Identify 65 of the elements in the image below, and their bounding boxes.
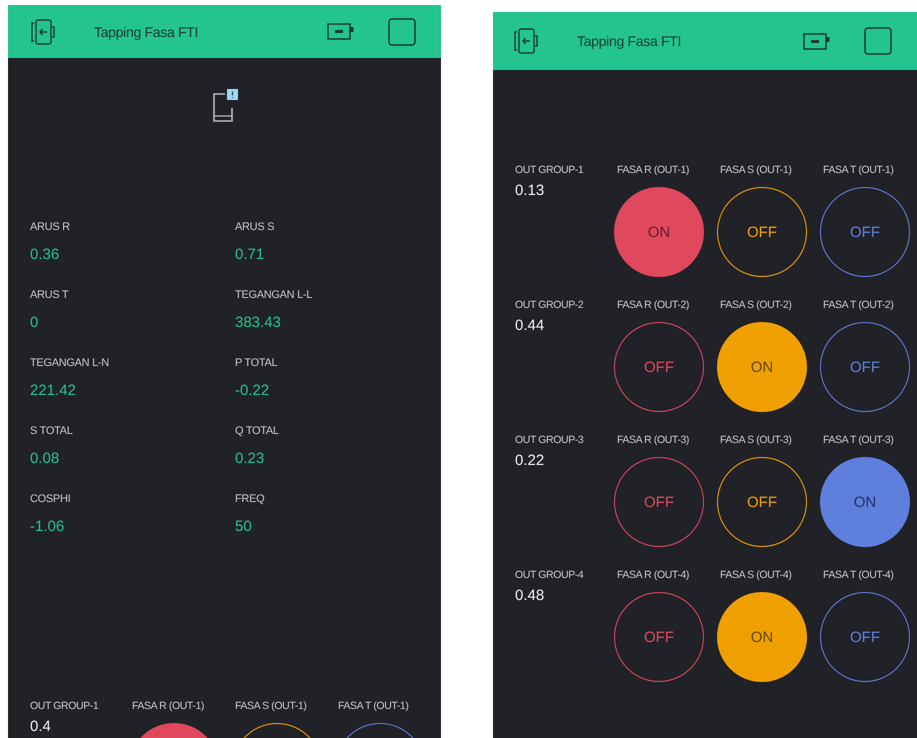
phase-switch-button[interactable]: OFF: [717, 457, 807, 547]
group-label: OUT GROUP-4: [514, 568, 584, 583]
device-icon[interactable]: [327, 23, 354, 40]
switch-label: FASA S (OUT-1): [719, 163, 792, 178]
phase-switch-button[interactable]: ON: [717, 592, 807, 682]
app-title: Tapping Fasa FTI: [577, 33, 682, 49]
phase-switch-button[interactable]: ON: [614, 187, 704, 277]
phase-switch-button[interactable]: ON: [717, 322, 807, 412]
group-value: 0.44: [514, 317, 544, 335]
metric-value: 50: [235, 517, 253, 537]
metric-label: TEGANGAN L-L: [235, 288, 314, 303]
phase-switch-button[interactable]: OFF: [614, 322, 704, 412]
phase-switch-button[interactable]: OFF: [614, 457, 704, 547]
metric-label: Q TOTAL: [235, 424, 280, 439]
group-value: 0.4: [29, 718, 51, 736]
exit-icon[interactable]: [513, 27, 539, 55]
switch-label: FASA S (OUT-1): [234, 699, 306, 714]
group-label: OUT GROUP-1: [29, 699, 98, 714]
device-icon[interactable]: [803, 32, 830, 50]
metric-label: COSPHI: [30, 492, 72, 507]
switch-label: FASA S (OUT-2): [719, 298, 792, 313]
metric-value: 221.42: [30, 381, 77, 401]
phase-switch-button[interactable]: OFF: [820, 322, 910, 412]
phase-switch-button[interactable]: ON: [820, 457, 910, 547]
metric-value: -0.22: [235, 381, 270, 401]
switch-label: FASA T (OUT-1): [337, 699, 408, 714]
switch-label: FASA T (OUT-2): [822, 298, 894, 313]
metric-value: 0: [30, 313, 40, 333]
switch-label: FASA R (OUT-1): [131, 699, 204, 714]
metric-value: 0.08: [30, 449, 60, 469]
metric-label: TEGANGAN L-N: [30, 356, 110, 371]
exit-icon[interactable]: [30, 18, 56, 46]
metric-value: -1.06: [30, 517, 66, 537]
group-label: OUT GROUP-3: [514, 433, 584, 448]
switch-label: FASA T (OUT-3): [822, 433, 894, 448]
square-icon[interactable]: [388, 18, 416, 46]
switch-label: FASA R (OUT-3): [616, 433, 689, 448]
switch-label: FASA S (OUT-3): [719, 433, 792, 448]
group-label: OUT GROUP-2: [514, 298, 584, 313]
switch-label: FASA R (OUT-2): [616, 298, 689, 313]
switch-label: FASA R (OUT-1): [616, 163, 689, 178]
app-title: Tapping Fasa FTI: [94, 24, 200, 40]
metric-label: ARUS S: [235, 220, 276, 235]
phase-switch-button[interactable]: OFF: [717, 187, 807, 277]
switch-label: FASA R (OUT-4): [616, 568, 689, 583]
switch-label: FASA T (OUT-4): [822, 568, 894, 583]
metric-label: FREQ: [235, 492, 266, 507]
group-value: 0.48: [514, 587, 544, 605]
metric-label: ARUS R: [30, 220, 71, 235]
switch-label: FASA S (OUT-4): [719, 568, 792, 583]
group-label: OUT GROUP-1: [514, 163, 584, 178]
metric-label: ARUS T: [30, 288, 70, 303]
metric-value: 0.23: [235, 449, 266, 469]
metric-value: 383.43: [235, 313, 282, 333]
phase-switch-button[interactable]: OFF: [614, 592, 704, 682]
phase-switch-button[interactable]: OFF: [820, 592, 910, 682]
switch-label: FASA T (OUT-1): [822, 163, 894, 178]
phase-switch-button[interactable]: OFF: [820, 187, 910, 277]
metric-label: P TOTAL: [235, 356, 278, 371]
metric-value: 0.36: [30, 245, 60, 265]
group-value: 0.22: [514, 452, 544, 470]
square-icon[interactable]: [864, 27, 892, 55]
metric-value: 0.71: [235, 245, 266, 265]
metric-label: S TOTAL: [30, 424, 74, 439]
group-value: 0.13: [514, 182, 544, 200]
